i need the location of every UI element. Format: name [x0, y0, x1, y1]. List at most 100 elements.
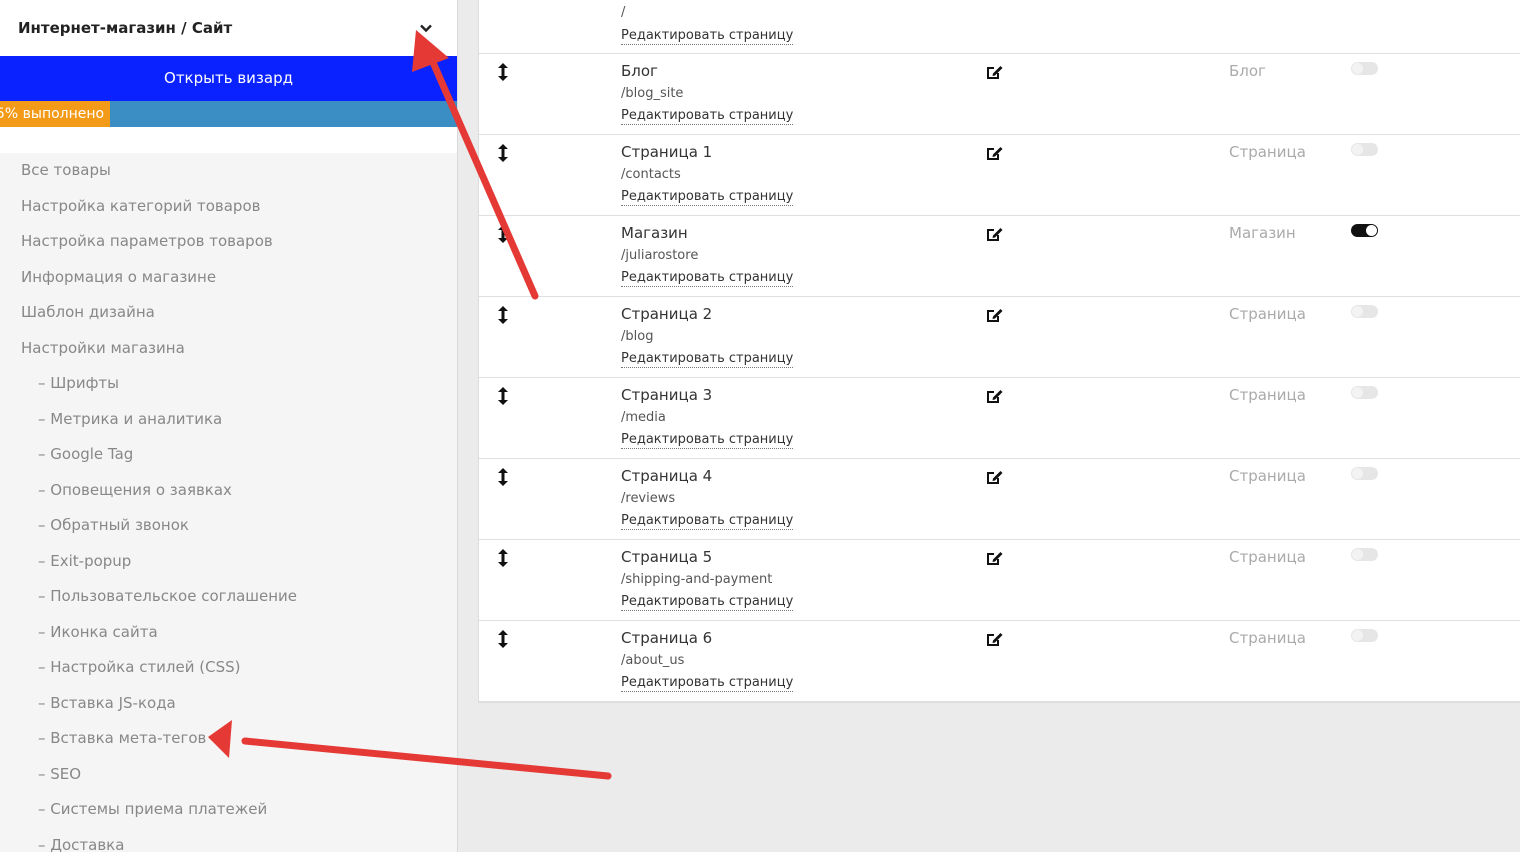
page-title: Страница 4 — [621, 467, 713, 485]
pages-panel: / Редактировать страницу Блог/blog_site Р… — [458, 0, 1520, 852]
sidebar-item[interactable]: – Оповещения о заявках — [0, 473, 457, 509]
move-vertical-icon[interactable] — [497, 386, 509, 406]
sidebar-item[interactable]: – Обратный звонок — [0, 508, 457, 544]
move-vertical-icon[interactable] — [497, 629, 509, 649]
page-type: Страница — [1229, 386, 1306, 404]
edit-icon[interactable] — [985, 468, 1004, 486]
edit-icon[interactable] — [985, 549, 1004, 567]
page-toggle[interactable] — [1351, 467, 1378, 480]
edit-icon[interactable] — [985, 630, 1004, 648]
page-title: Магазин — [621, 224, 688, 242]
edit-page-link[interactable]: Редактировать страницу — [621, 594, 794, 611]
toggle-knob — [1366, 225, 1377, 236]
edit-icon[interactable] — [985, 306, 1004, 324]
page-toggle[interactable] — [1351, 386, 1378, 399]
chevron-down-icon[interactable] — [419, 21, 433, 35]
sidebar-item[interactable]: Все товары — [0, 153, 457, 189]
move-vertical-icon[interactable] — [497, 548, 509, 568]
page-path: /about_us — [621, 653, 685, 668]
edit-page-link[interactable]: Редактировать страницу — [621, 351, 794, 368]
edit-icon[interactable] — [985, 63, 1004, 81]
page-title: Страница 2 — [621, 305, 713, 323]
progress-label: 5% выполнено — [0, 101, 110, 127]
page-path: / — [621, 5, 626, 20]
edit-page-link[interactable]: Редактировать страницу — [621, 432, 794, 449]
site-title: Интернет-магазин / Сайт — [18, 19, 233, 37]
toggle-knob — [1352, 630, 1363, 641]
page-path: /media — [621, 410, 666, 425]
edit-icon[interactable] — [985, 225, 1004, 243]
page-toggle[interactable] — [1351, 62, 1378, 75]
table-row: Страница 6/about_us Редактировать страниц… — [479, 621, 1520, 702]
app: Интернет-магазин / Сайт Открыть визард 5… — [0, 0, 1520, 852]
sidebar-item[interactable]: – Пользовательское соглашение — [0, 579, 457, 615]
toggle-knob — [1352, 306, 1363, 317]
sidebar-item[interactable]: – Вставка JS-кода — [0, 686, 457, 722]
page-toggle[interactable] — [1351, 305, 1378, 318]
edit-page-link[interactable]: Редактировать страницу — [621, 189, 794, 206]
page-title: Страница 5 — [621, 548, 713, 566]
page-type: Страница — [1229, 305, 1306, 323]
sidebar-item[interactable]: – Настройка стилей (CSS) — [0, 650, 457, 686]
page-type: Страница — [1229, 629, 1306, 647]
sidebar-item[interactable]: – Доставка — [0, 828, 457, 852]
toggle-knob — [1352, 387, 1363, 398]
page-toggle[interactable] — [1351, 629, 1378, 642]
move-vertical-icon[interactable] — [497, 224, 509, 244]
sidebar-item[interactable]: – Google Tag — [0, 437, 457, 473]
page-toggle[interactable] — [1351, 143, 1378, 156]
table-row: Страница 5/shipping-and-payment Редактиро… — [479, 540, 1520, 621]
progress-bar: 5% выполнено — [0, 101, 457, 127]
sidebar-item[interactable]: – Иконка сайта — [0, 615, 457, 651]
edit-icon[interactable] — [985, 144, 1004, 162]
pages-table: / Редактировать страницу Блог/blog_site Р… — [478, 0, 1520, 703]
sidebar-item[interactable]: – Exit-popup — [0, 544, 457, 580]
move-vertical-icon[interactable] — [497, 62, 509, 82]
page-type: Страница — [1229, 143, 1306, 161]
edit-page-link[interactable]: Редактировать страницу — [621, 108, 794, 125]
table-row: Страница 4/reviews Редактировать страницу… — [479, 459, 1520, 540]
page-title: Страница 3 — [621, 386, 713, 404]
toggle-knob — [1352, 549, 1363, 560]
page-title: Блог — [621, 62, 658, 80]
edit-page-link[interactable]: Редактировать страницу — [621, 28, 794, 45]
table-row: Страница 3/media Редактировать страницу Ст… — [479, 378, 1520, 459]
move-vertical-icon[interactable] — [497, 143, 509, 163]
sidebar-item[interactable]: – Шрифты — [0, 366, 457, 402]
page-toggle[interactable] — [1351, 548, 1378, 561]
edit-page-link[interactable]: Редактировать страницу — [621, 513, 794, 530]
open-wizard-button[interactable]: Открыть визард — [0, 56, 457, 101]
page-path: /blog_site — [621, 86, 684, 101]
sidebar-item[interactable]: – Метрика и аналитика — [0, 402, 457, 438]
page-type: Блог — [1229, 62, 1266, 80]
sidebar-item[interactable]: Настройка категорий товаров — [0, 189, 457, 225]
sidebar-header[interactable]: Интернет-магазин / Сайт — [0, 0, 457, 56]
sidebar-item[interactable]: Информация о магазине — [0, 260, 457, 296]
table-row: Блог/blog_site Редактировать страницу Блог — [479, 54, 1520, 135]
page-title: Страница 6 — [621, 629, 713, 647]
toggle-knob — [1352, 468, 1363, 479]
toggle-knob — [1352, 144, 1363, 155]
sidebar-nav: Все товары Настройка категорий товаров Нас… — [0, 153, 457, 852]
page-path: /reviews — [621, 491, 676, 506]
move-vertical-icon[interactable] — [497, 305, 509, 325]
table-row: Страница 2/blog Редактировать страницу Стр… — [479, 297, 1520, 378]
edit-icon[interactable] — [985, 387, 1004, 405]
sidebar-item[interactable]: Шаблон дизайна — [0, 295, 457, 331]
move-vertical-icon[interactable] — [497, 467, 509, 487]
sidebar-item[interactable]: Настройка параметров товаров — [0, 224, 457, 260]
table-row: Страница 1/contacts Редактировать страниц… — [479, 135, 1520, 216]
page-path: /blog — [621, 329, 654, 344]
page-toggle[interactable] — [1351, 224, 1378, 237]
sidebar-item[interactable]: – Вставка мета-тегов — [0, 721, 457, 757]
edit-page-link[interactable]: Редактировать страницу — [621, 270, 794, 287]
sidebar-item[interactable]: Настройки магазина — [0, 331, 457, 367]
page-title: Страница 1 — [621, 143, 713, 161]
page-type: Страница — [1229, 467, 1306, 485]
page-path: /shipping-and-payment — [621, 572, 773, 587]
table-row: / Редактировать страницу — [479, 0, 1520, 54]
edit-page-link[interactable]: Редактировать страницу — [621, 675, 794, 692]
sidebar-item[interactable]: – Системы приема платежей — [0, 792, 457, 828]
sidebar-spacer — [0, 127, 457, 153]
sidebar-item[interactable]: – SEO — [0, 757, 457, 793]
